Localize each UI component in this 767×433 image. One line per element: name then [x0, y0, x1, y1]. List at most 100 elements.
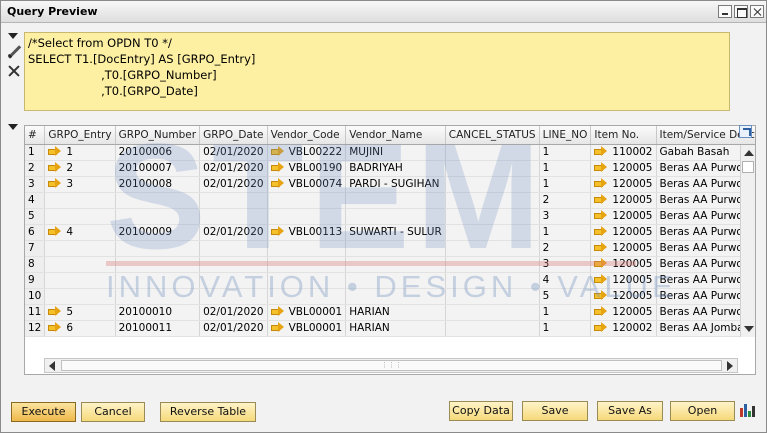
cell-text: 20100009 [118, 226, 173, 238]
link-arrow-icon[interactable] [594, 226, 608, 236]
vertical-scroll-thumb[interactable] [742, 161, 754, 173]
open-button[interactable]: Open [670, 401, 735, 421]
query-preview-window: Query Preview /*Select from OPDN T0 */ S… [0, 0, 767, 433]
link-arrow-icon[interactable] [594, 210, 608, 220]
table-row[interactable]: 6 4 20100009 02/01/2020 VBL00113 SUWARTI - SU… [25, 224, 755, 241]
close-icon[interactable] [750, 5, 764, 18]
cell-text: 02/01/2020 [203, 322, 264, 334]
link-arrow-icon[interactable] [270, 306, 284, 316]
column-header-grpo-entry[interactable]: GRPO_Entry [44, 126, 116, 145]
column-header-line-no[interactable]: LINE_NO [539, 126, 592, 145]
item-no-cell: 120005 [590, 304, 657, 321]
column-header-cancel-status[interactable]: CANCEL_STATUS [445, 126, 540, 145]
column-header-vendor-name[interactable]: Vendor_Name [345, 126, 446, 145]
cell-text: 1 [542, 162, 550, 174]
link-arrow-icon[interactable] [594, 162, 608, 172]
horizontal-scroll-thumb[interactable]: ⋮⋮⋮ [61, 360, 722, 371]
copy-data-button[interactable]: Copy Data [449, 401, 513, 421]
clear-query-icon[interactable] [7, 64, 21, 78]
minimize-icon[interactable] [718, 5, 732, 18]
chart-icon[interactable] [740, 403, 756, 417]
scroll-up-icon[interactable] [744, 150, 754, 156]
grid-collapse-toggle-icon[interactable] [8, 124, 18, 130]
maximize-icon[interactable] [734, 5, 748, 18]
query-collapse-toggle-icon[interactable] [8, 33, 18, 39]
scroll-left-icon[interactable] [49, 361, 55, 371]
row-number[interactable]: 4 [25, 192, 46, 209]
table-row[interactable]: 4 2 120005 Beras AA Purwodadi [25, 192, 755, 209]
table-row[interactable]: 12 6 20100011 02/01/2020 VBL00001 HARIAN 1 1200… [25, 320, 755, 337]
link-arrow-icon[interactable] [48, 226, 62, 236]
vertical-scrollbar[interactable] [740, 145, 755, 337]
row-number[interactable]: 12 [25, 320, 46, 337]
row-number[interactable]: 6 [25, 224, 46, 241]
query-line: ,T0.[GRPO_Date] [28, 84, 198, 98]
table-row[interactable]: 10 5 120005 Beras AA Purwodadi [25, 288, 755, 305]
save-button[interactable]: Save [522, 401, 588, 421]
row-number[interactable]: 9 [25, 272, 46, 289]
link-arrow-icon[interactable] [48, 306, 62, 316]
table-row[interactable]: 8 3 120005 Beras AA Purwodadi [25, 256, 755, 273]
vendor-code-cell [267, 192, 347, 209]
vendor-name-cell: HARIAN [345, 304, 446, 321]
horizontal-scrollbar[interactable]: ⋮⋮⋮ [44, 358, 738, 373]
query-text-area[interactable]: /*Select from OPDN T0 */ SELECT T1.[DocE… [24, 32, 730, 111]
window-title: Query Preview [7, 5, 98, 18]
link-arrow-icon[interactable] [270, 146, 284, 156]
cell-text: 120005 [612, 194, 653, 206]
row-number[interactable]: 2 [25, 160, 46, 177]
row-number[interactable]: 11 [25, 304, 46, 321]
column-header-vendor-code[interactable]: Vendor_Code [267, 126, 347, 145]
cancel-status-cell [445, 320, 540, 337]
link-arrow-icon[interactable] [270, 162, 284, 172]
column-header-item-no[interactable]: Item No. [590, 126, 657, 145]
link-arrow-icon[interactable] [594, 194, 608, 204]
link-arrow-icon[interactable] [594, 290, 608, 300]
column-header-grpo-date[interactable]: GRPO_Date [199, 126, 268, 145]
column-header-row-number[interactable]: # [25, 126, 46, 145]
scroll-down-icon[interactable] [744, 326, 754, 332]
save-as-button[interactable]: Save As [597, 401, 663, 421]
link-arrow-icon[interactable] [48, 146, 62, 156]
table-row[interactable]: 1 1 20100006 02/01/2020 VBL00222 MUJINI 1 11000… [25, 144, 755, 161]
execute-button[interactable]: Execute [11, 402, 76, 422]
vendor-name-cell: SUWARTI - SULUR [345, 224, 446, 241]
link-arrow-icon[interactable] [594, 146, 608, 156]
scroll-right-icon[interactable] [727, 361, 733, 371]
link-arrow-icon[interactable] [270, 322, 284, 332]
link-arrow-icon[interactable] [48, 162, 62, 172]
link-arrow-icon[interactable] [594, 178, 608, 188]
link-arrow-icon[interactable] [48, 178, 62, 188]
pencil-icon[interactable] [7, 45, 21, 59]
link-arrow-icon[interactable] [594, 322, 608, 332]
table-row[interactable]: 3 3 20100008 02/01/2020 VBL00074 PARDI - SUGI… [25, 176, 755, 193]
row-number[interactable]: 7 [25, 240, 46, 257]
expand-icon[interactable] [739, 125, 752, 138]
row-number[interactable]: 5 [25, 208, 46, 225]
cell-text: 7 [28, 242, 35, 254]
link-arrow-icon[interactable] [594, 274, 608, 284]
link-arrow-icon[interactable] [594, 306, 608, 316]
vendor-code-cell: VBL00113 [267, 224, 347, 241]
table-row[interactable]: 9 4 120005 Beras AA Purwodadi [25, 272, 755, 289]
cell-text: HARIAN [349, 306, 390, 318]
row-number[interactable]: 1 [25, 144, 46, 161]
row-number[interactable]: 3 [25, 176, 46, 193]
table-row[interactable]: 11 5 20100010 02/01/2020 VBL00001 HARIAN 1 1200… [25, 304, 755, 321]
link-arrow-icon[interactable] [270, 226, 284, 236]
query-line: ,T0.[GRPO_Number] [28, 68, 217, 82]
table-row[interactable]: 7 2 120005 Beras AA Purwodadi [25, 240, 755, 257]
row-number[interactable]: 8 [25, 256, 46, 273]
cancel-button[interactable]: Cancel [81, 402, 145, 422]
link-arrow-icon[interactable] [48, 322, 62, 332]
row-number[interactable]: 10 [25, 288, 46, 305]
reverse-table-button[interactable]: Reverse Table [160, 402, 256, 422]
table-row[interactable]: 5 3 120005 Beras AA Purwodadi [25, 208, 755, 225]
column-header-grpo-number[interactable]: GRPO_Number [115, 126, 201, 145]
link-arrow-icon[interactable] [594, 242, 608, 252]
link-arrow-icon[interactable] [270, 178, 284, 188]
table-row[interactable]: 2 2 20100007 02/01/2020 VBL00190 BADRIYAH 1 120… [25, 160, 755, 177]
cell-text: 1 [542, 146, 550, 158]
cancel-status-cell [445, 272, 540, 289]
link-arrow-icon[interactable] [594, 258, 608, 268]
